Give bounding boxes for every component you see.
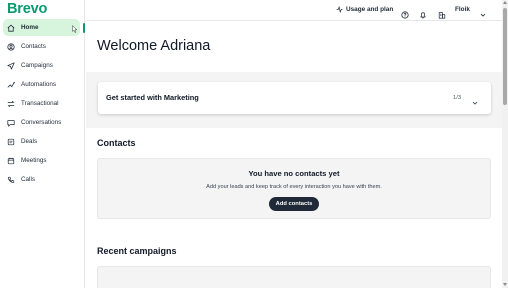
sidebar-item-label: Conversations — [21, 119, 62, 126]
top-bar: Usage and plan Floik — [86, 0, 502, 21]
sidebar: Brevo Home Contacts Campaigns Automation… — [0, 0, 85, 288]
brevo-logo[interactable]: Brevo — [7, 1, 47, 17]
sidebar-item-label: Contacts — [21, 43, 46, 50]
contacts-icon — [7, 42, 15, 51]
sidebar-item-transactional[interactable]: Transactional — [3, 95, 80, 112]
recent-campaigns-card — [97, 266, 491, 288]
sidebar-item-label: Home — [21, 24, 39, 31]
sidebar-item-label: Deals — [21, 138, 38, 145]
sidebar-item-label: Automations — [21, 81, 57, 88]
home-icon — [7, 24, 15, 32]
sidebar-item-campaigns[interactable]: Campaigns — [3, 57, 80, 74]
recent-campaigns-heading: Recent campaigns — [97, 246, 177, 256]
usage-label: Usage and plan — [346, 6, 394, 13]
scroll-up-arrow-icon[interactable] — [503, 1, 507, 4]
sidebar-item-deals[interactable]: Deals — [3, 133, 80, 150]
send-icon — [7, 61, 15, 70]
scroll-down-arrow-icon[interactable] — [503, 283, 507, 286]
sidebar-item-label: Campaigns — [21, 62, 53, 69]
scrollbar-thumb[interactable] — [503, 8, 507, 105]
sidebar-item-label: Calls — [21, 176, 35, 183]
sidebar-item-label: Meetings — [21, 157, 47, 164]
add-contacts-button[interactable]: Add contacts — [269, 197, 319, 211]
automation-icon — [7, 81, 15, 89]
organization-icon[interactable] — [438, 6, 446, 19]
main-content: Welcome Adriana Get started with Marketi… — [86, 22, 502, 288]
chevron-down-icon[interactable] — [479, 6, 487, 17]
sidebar-item-label: Transactional — [21, 100, 59, 107]
get-started-progress: 1/3 — [453, 95, 462, 101]
contacts-heading: Contacts — [97, 138, 136, 148]
calendar-icon — [7, 157, 15, 165]
empty-state-text: Add your leads and keep track of every i… — [206, 184, 382, 190]
chevron-down-icon[interactable] — [471, 94, 479, 105]
sidebar-item-conversations[interactable]: Conversations — [3, 114, 80, 131]
phone-icon — [7, 176, 15, 184]
page-title: Welcome Adriana — [97, 38, 211, 54]
sidebar-item-meetings[interactable]: Meetings — [3, 152, 80, 169]
sidebar-item-contacts[interactable]: Contacts — [3, 38, 80, 55]
mouse-cursor-icon — [72, 20, 78, 33]
notification-bell-icon[interactable] — [419, 6, 427, 19]
sidebar-item-calls[interactable]: Calls — [3, 171, 80, 188]
transactional-icon — [7, 100, 15, 108]
help-icon[interactable] — [401, 6, 409, 19]
chat-icon — [7, 119, 15, 127]
sidebar-item-automations[interactable]: Automations — [3, 76, 80, 93]
vertical-scrollbar[interactable] — [502, 0, 508, 288]
contacts-empty-state: You have no contacts yet Add your leads … — [97, 158, 491, 219]
usage-and-plan-button[interactable]: Usage and plan — [336, 6, 393, 13]
account-name[interactable]: Floik — [455, 6, 470, 13]
sidebar-active-indicator — [83, 23, 85, 33]
empty-state-title: You have no contacts yet — [248, 169, 340, 178]
get-started-card[interactable]: Get started with Marketing 1/3 — [98, 82, 491, 114]
deals-icon — [7, 138, 15, 146]
get-started-title: Get started with Marketing — [106, 93, 199, 102]
sidebar-item-home[interactable]: Home — [3, 19, 80, 36]
activity-icon — [336, 6, 343, 13]
